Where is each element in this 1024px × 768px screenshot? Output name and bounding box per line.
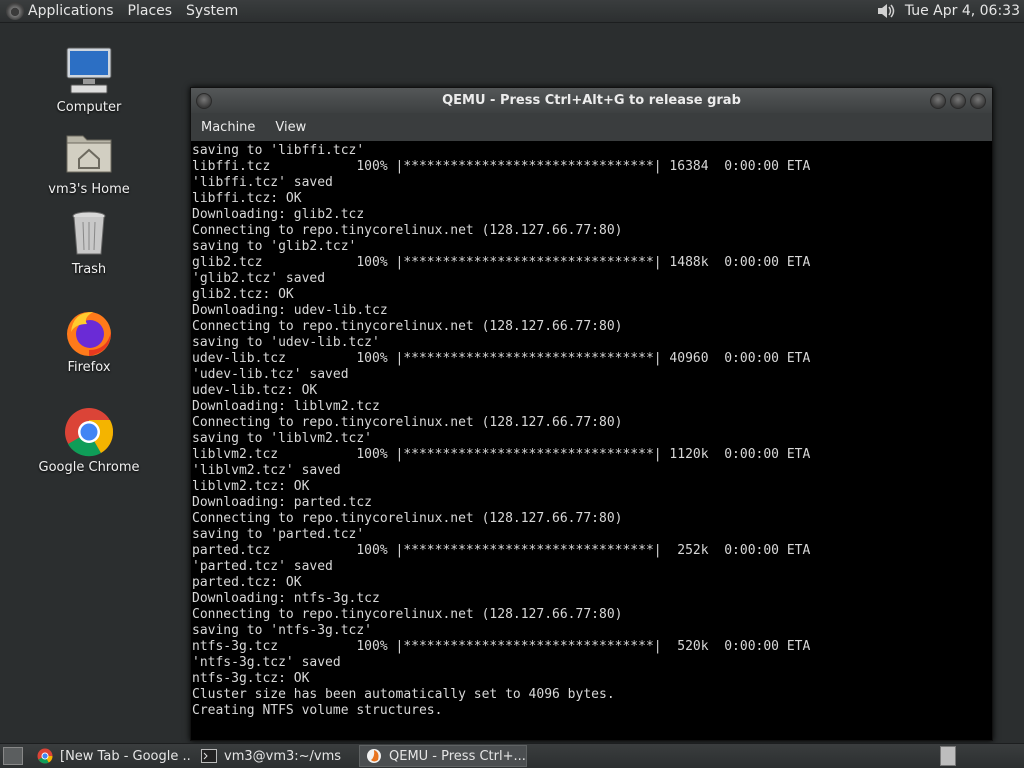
console-line: 'libffi.tcz' saved bbox=[192, 175, 333, 190]
console-line: liblvm2.tcz: OK bbox=[192, 479, 310, 494]
console-line: saving to 'parted.tcz' bbox=[192, 527, 365, 542]
console-line: libffi.tcz 100% |***********************… bbox=[192, 159, 811, 174]
console-line: Connecting to repo.tinycorelinux.net (12… bbox=[192, 223, 623, 238]
terminal-icon bbox=[201, 748, 217, 764]
menu-machine[interactable]: Machine bbox=[201, 120, 255, 135]
qemu-window[interactable]: QEMU - Press Ctrl+Alt+G to release grab … bbox=[190, 87, 993, 741]
console-line: parted.tcz: OK bbox=[192, 575, 302, 590]
console-line: Downloading: liblvm2.tcz bbox=[192, 399, 380, 414]
task-chrome[interactable]: [New Tab - Google ... bbox=[31, 745, 191, 767]
console-line: Connecting to repo.tinycorelinux.net (12… bbox=[192, 415, 623, 430]
desktop-icon-home[interactable]: vm3's Home bbox=[34, 128, 144, 197]
computer-icon bbox=[63, 46, 115, 98]
home-folder-icon bbox=[63, 128, 115, 180]
console-line: Connecting to repo.tinycorelinux.net (12… bbox=[192, 319, 623, 334]
console-line: Connecting to repo.tinycorelinux.net (12… bbox=[192, 607, 623, 622]
firefox-icon bbox=[63, 306, 115, 358]
system-menu[interactable]: System bbox=[186, 3, 238, 19]
qemu-menubar: Machine View bbox=[191, 113, 992, 141]
volume-icon[interactable] bbox=[875, 2, 897, 20]
console-line: udev-lib.tcz: OK bbox=[192, 383, 318, 398]
console-line: Cluster size has been automatically set … bbox=[192, 687, 615, 702]
window-titlebar[interactable]: QEMU - Press Ctrl+Alt+G to release grab bbox=[191, 88, 992, 113]
console-line: Downloading: ntfs-3g.tcz bbox=[192, 591, 380, 606]
window-menu-icon[interactable] bbox=[196, 93, 212, 109]
desktop-icon-label: Google Chrome bbox=[38, 460, 140, 475]
menu-view[interactable]: View bbox=[275, 120, 306, 135]
console-line: 'glib2.tcz' saved bbox=[192, 271, 326, 286]
console-line: 'liblvm2.tcz' saved bbox=[192, 463, 341, 478]
close-icon[interactable] bbox=[970, 93, 986, 109]
qemu-icon bbox=[366, 748, 382, 764]
console-line: glib2.tcz 100% |************************… bbox=[192, 255, 811, 270]
guest-console[interactable]: saving to 'libffi.tcz' libffi.tcz 100% |*… bbox=[191, 141, 992, 740]
console-line: Downloading: udev-lib.tcz bbox=[192, 303, 388, 318]
console-line: 'parted.tcz' saved bbox=[192, 559, 333, 574]
console-line: saving to 'libffi.tcz' bbox=[192, 143, 365, 158]
top-panel: Applications Places System Tue Apr 4, 06… bbox=[0, 0, 1024, 23]
console-line: Creating NTFS volume structures. bbox=[192, 703, 443, 718]
console-line: Downloading: glib2.tcz bbox=[192, 207, 365, 222]
desktop-icon-label: Trash bbox=[71, 262, 107, 277]
workspace-switcher[interactable] bbox=[940, 746, 956, 766]
task-label: vm3@vm3:~/vms bbox=[224, 748, 342, 764]
console-line: saving to 'liblvm2.tcz' bbox=[192, 431, 373, 446]
desktop-icon-label: vm3's Home bbox=[48, 182, 130, 197]
console-line: Connecting to repo.tinycorelinux.net (12… bbox=[192, 511, 623, 526]
console-line: 'ntfs-3g.tcz' saved bbox=[192, 655, 341, 670]
bottom-taskbar: [New Tab - Google ... vm3@vm3:~/vms QEMU… bbox=[0, 743, 1024, 768]
trash-icon bbox=[63, 208, 115, 260]
window-title: QEMU - Press Ctrl+Alt+G to release grab bbox=[442, 93, 741, 108]
console-line: glib2.tcz: OK bbox=[192, 287, 294, 302]
task-label: [New Tab - Google ... bbox=[60, 748, 191, 764]
task-qemu[interactable]: QEMU - Press Ctrl+... bbox=[359, 745, 527, 767]
console-line: udev-lib.tcz 100% |*********************… bbox=[192, 351, 811, 366]
desktop-icon-label: Computer bbox=[56, 100, 122, 115]
console-line: parted.tcz 100% |***********************… bbox=[192, 543, 811, 558]
console-line: Downloading: parted.tcz bbox=[192, 495, 373, 510]
desktop-icon-trash[interactable]: Trash bbox=[34, 208, 144, 277]
places-menu[interactable]: Places bbox=[128, 3, 173, 19]
console-line: saving to 'glib2.tcz' bbox=[192, 239, 357, 254]
console-line: 'udev-lib.tcz' saved bbox=[192, 367, 349, 382]
chrome-icon bbox=[37, 748, 53, 764]
console-line: libffi.tcz: OK bbox=[192, 191, 302, 206]
show-desktop-icon[interactable] bbox=[3, 747, 23, 765]
console-line: ntfs-3g.tcz 100% |**********************… bbox=[192, 639, 811, 654]
task-label: QEMU - Press Ctrl+... bbox=[389, 748, 526, 764]
clock[interactable]: Tue Apr 4, 06:33 bbox=[905, 3, 1020, 19]
applications-menu[interactable]: Applications bbox=[28, 3, 114, 19]
maximize-icon[interactable] bbox=[950, 93, 966, 109]
desktop-icon-computer[interactable]: Computer bbox=[34, 46, 144, 115]
gnome-foot-icon[interactable] bbox=[6, 2, 24, 20]
chrome-icon bbox=[63, 406, 115, 458]
console-line: saving to 'ntfs-3g.tcz' bbox=[192, 623, 373, 638]
desktop-icon-firefox[interactable]: Firefox bbox=[34, 306, 144, 375]
minimize-icon[interactable] bbox=[930, 93, 946, 109]
console-line: saving to 'udev-lib.tcz' bbox=[192, 335, 380, 350]
console-line: ntfs-3g.tcz: OK bbox=[192, 671, 310, 686]
desktop-icon-label: Firefox bbox=[67, 360, 111, 375]
task-terminal[interactable]: vm3@vm3:~/vms bbox=[195, 745, 355, 767]
desktop-icon-chrome[interactable]: Google Chrome bbox=[34, 406, 144, 475]
console-line: liblvm2.tcz 100% |**********************… bbox=[192, 447, 811, 462]
